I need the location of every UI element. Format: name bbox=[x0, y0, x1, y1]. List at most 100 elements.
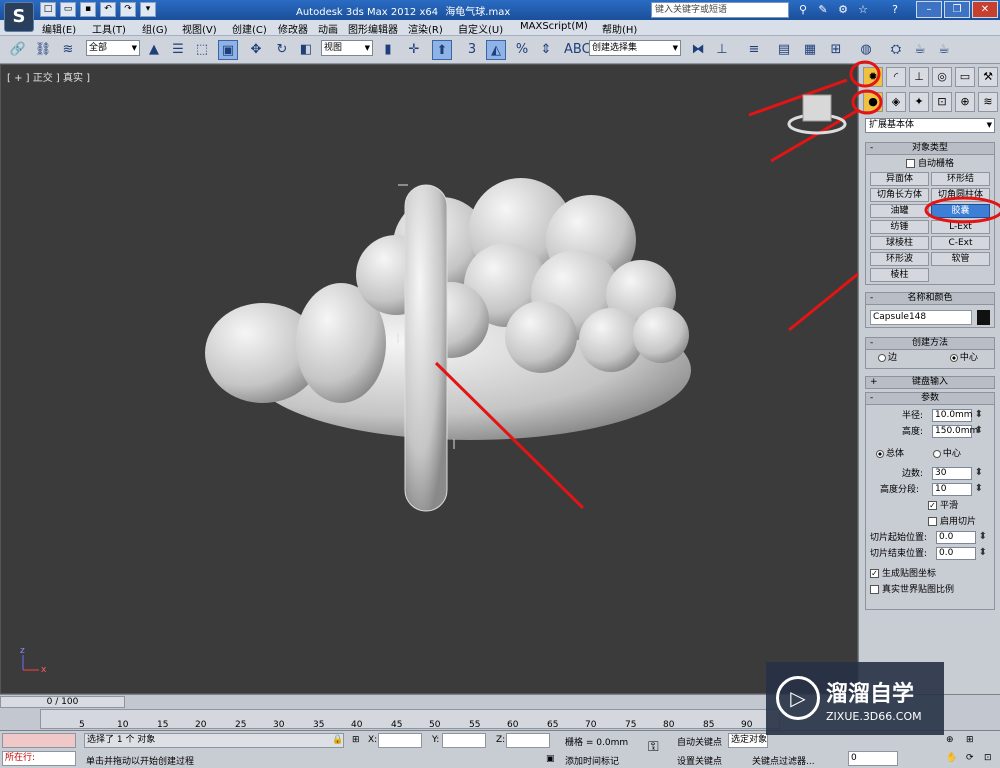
select-manipulate-icon[interactable]: ✛ bbox=[404, 40, 424, 60]
menu-maxscript[interactable]: MAXScript(M) bbox=[520, 21, 588, 32]
add-time-tag[interactable]: 添加时间标记 bbox=[565, 754, 619, 767]
center-radio[interactable] bbox=[949, 353, 958, 362]
name-color-header[interactable]: 名称和颜色 bbox=[866, 293, 994, 305]
creation-method-header[interactable]: 创建方法 bbox=[866, 338, 994, 350]
open-file-icon[interactable]: ▭ bbox=[60, 2, 76, 17]
motion-tab-icon[interactable]: ◎ bbox=[932, 67, 952, 87]
render-production-icon[interactable]: ☕ bbox=[934, 40, 954, 60]
height-spinner[interactable]: 150.0mm bbox=[932, 425, 983, 438]
rendered-frame-icon[interactable]: ☕ bbox=[910, 40, 930, 60]
maxscript-listener[interactable] bbox=[2, 733, 76, 748]
slice-to-spinner[interactable]: 0.0 bbox=[936, 547, 987, 560]
angle-snap-icon[interactable]: ◭ bbox=[486, 40, 506, 60]
spinner-snap-icon[interactable]: ⇕ bbox=[536, 40, 556, 60]
display-tab-icon[interactable]: ▭ bbox=[955, 67, 975, 87]
menu-edit[interactable]: 编辑(E) bbox=[42, 21, 76, 36]
mirror-icon[interactable]: ⧓ bbox=[688, 40, 708, 60]
redo-icon[interactable]: ↷ bbox=[120, 2, 136, 17]
named-selection-dropdown[interactable]: 创建选择集 bbox=[589, 40, 681, 56]
menu-animation[interactable]: 动画 bbox=[318, 21, 338, 36]
modify-tab-icon[interactable]: ◜ bbox=[886, 67, 906, 87]
gen-map-checkbox[interactable]: ✓ bbox=[870, 569, 879, 578]
key-filters-button[interactable]: 关键点过滤器... bbox=[752, 754, 815, 767]
lights-icon[interactable]: ✦ bbox=[909, 92, 929, 112]
link-icon[interactable]: 🔗 bbox=[8, 40, 28, 60]
hedra-button[interactable]: 异面体 bbox=[870, 172, 929, 186]
quick-access-dropdown-icon[interactable]: ▾ bbox=[140, 2, 156, 17]
save-file-icon[interactable]: ▪ bbox=[80, 2, 96, 17]
utilities-tab-icon[interactable]: ⚒ bbox=[978, 67, 998, 87]
maximize-button[interactable]: ❐ bbox=[944, 1, 970, 18]
align-icon[interactable]: ⊥ bbox=[712, 40, 732, 60]
orbit-icon[interactable]: ⟳ bbox=[966, 753, 974, 763]
move-icon[interactable]: ✥ bbox=[246, 40, 266, 60]
favorites-star-icon[interactable]: ☆ bbox=[855, 2, 871, 17]
height-segs-spinner[interactable]: 10 bbox=[932, 483, 983, 496]
set-key-button[interactable]: 设置关键点 bbox=[677, 754, 722, 767]
cameras-icon[interactable]: ⊡ bbox=[932, 92, 952, 112]
prism-button[interactable]: 棱柱 bbox=[870, 268, 929, 282]
menu-graph-editors[interactable]: 图形编辑器 bbox=[348, 21, 398, 36]
auto-key-button[interactable]: 自动关键点 bbox=[677, 735, 722, 748]
sides-spinner[interactable]: 30 bbox=[932, 467, 983, 480]
minimize-button[interactable]: – bbox=[916, 1, 942, 18]
subscription-icon[interactable]: ✎ bbox=[815, 2, 831, 17]
bind-spacewarp-icon[interactable]: ≋ bbox=[58, 40, 78, 60]
smooth-checkbox[interactable]: ✓ bbox=[928, 501, 937, 510]
keyboard-entry-header[interactable]: 键盘输入 bbox=[866, 377, 994, 389]
menu-create[interactable]: 创建(C) bbox=[232, 21, 267, 36]
ringwave-button[interactable]: 环形波 bbox=[870, 252, 929, 266]
menu-tools[interactable]: 工具(T) bbox=[92, 21, 126, 36]
viewport-front[interactable]: [ + ] 正交 ] 真实 ] z x bbox=[0, 64, 859, 694]
torus-knot-button[interactable]: 环形结 bbox=[931, 172, 990, 186]
close-button[interactable]: ✕ bbox=[972, 1, 998, 18]
unlink-icon[interactable]: ⛓ bbox=[33, 40, 53, 60]
gengon-button[interactable]: 球棱柱 bbox=[870, 236, 929, 250]
autogrid-checkbox[interactable] bbox=[905, 159, 915, 168]
lock-icon[interactable]: 🔒 bbox=[332, 735, 343, 745]
pivot-center-icon[interactable]: ▮ bbox=[378, 40, 398, 60]
binoculars-icon[interactable]: ⚲ bbox=[795, 2, 811, 17]
rect-selection-icon[interactable]: ⬚ bbox=[192, 40, 212, 60]
undo-icon[interactable]: ↶ bbox=[100, 2, 116, 17]
z-coord-field[interactable] bbox=[506, 733, 550, 748]
current-frame-field[interactable]: 0 bbox=[848, 751, 898, 766]
search-input[interactable]: 键入关键字或短语 bbox=[651, 2, 789, 18]
help-icon[interactable]: ? bbox=[887, 2, 903, 17]
hose-button[interactable]: 软管 bbox=[931, 252, 990, 266]
menu-modifiers[interactable]: 修改器 bbox=[278, 21, 308, 36]
graphite-toggle-icon[interactable]: ▤ bbox=[774, 40, 794, 60]
maximize-viewport-icon[interactable]: ⊡ bbox=[984, 753, 992, 763]
zoom-all-icon[interactable]: ⊞ bbox=[966, 735, 974, 745]
render-setup-icon[interactable]: ⛭ bbox=[886, 40, 906, 60]
real-world-checkbox[interactable] bbox=[870, 585, 879, 594]
curve-editor-icon[interactable]: ▦ bbox=[800, 40, 820, 60]
edit-named-sets-icon[interactable]: ABC bbox=[564, 40, 591, 60]
geometry-category-dropdown[interactable]: 扩展基本体 bbox=[865, 118, 995, 133]
radius-spinner[interactable]: 10.0mm bbox=[932, 409, 983, 422]
rotate-icon[interactable]: ↻ bbox=[272, 40, 292, 60]
transform-mode-icon[interactable]: ⊞ bbox=[352, 735, 360, 745]
track-bar[interactable]: 5 10 15 20 25 30 35 40 45 50 55 60 65 70… bbox=[40, 709, 780, 730]
menu-rendering[interactable]: 渲染(R) bbox=[408, 21, 443, 36]
pan-icon[interactable]: ✋ bbox=[946, 753, 957, 763]
menu-views[interactable]: 视图(V) bbox=[182, 21, 217, 36]
slice-on-checkbox[interactable] bbox=[928, 517, 937, 526]
zoom-icon[interactable]: ⊕ bbox=[946, 735, 954, 745]
y-coord-field[interactable] bbox=[442, 733, 486, 748]
select-object-icon[interactable]: ▲ bbox=[144, 40, 164, 60]
centers-radio[interactable] bbox=[932, 449, 941, 458]
object-color-swatch[interactable] bbox=[977, 310, 990, 325]
slice-from-spinner[interactable]: 0.0 bbox=[936, 531, 987, 544]
layer-manager-icon[interactable]: ≡ bbox=[744, 40, 764, 60]
new-file-icon[interactable]: □ bbox=[40, 2, 56, 17]
time-slider[interactable]: 0 / 100 bbox=[0, 696, 125, 708]
selection-filter-dropdown[interactable]: 全部 bbox=[86, 40, 140, 56]
select-by-name-icon[interactable]: ☰ bbox=[168, 40, 188, 60]
app-logo-icon[interactable]: S bbox=[4, 2, 34, 32]
keyboard-shortcut-toggle-icon[interactable]: ⬆ bbox=[432, 40, 452, 60]
c-ext-button[interactable]: C-Ext bbox=[931, 236, 990, 250]
communication-icon[interactable]: ⚙ bbox=[835, 2, 851, 17]
menu-group[interactable]: 组(G) bbox=[142, 21, 168, 36]
percent-snap-icon[interactable]: % bbox=[512, 40, 532, 60]
